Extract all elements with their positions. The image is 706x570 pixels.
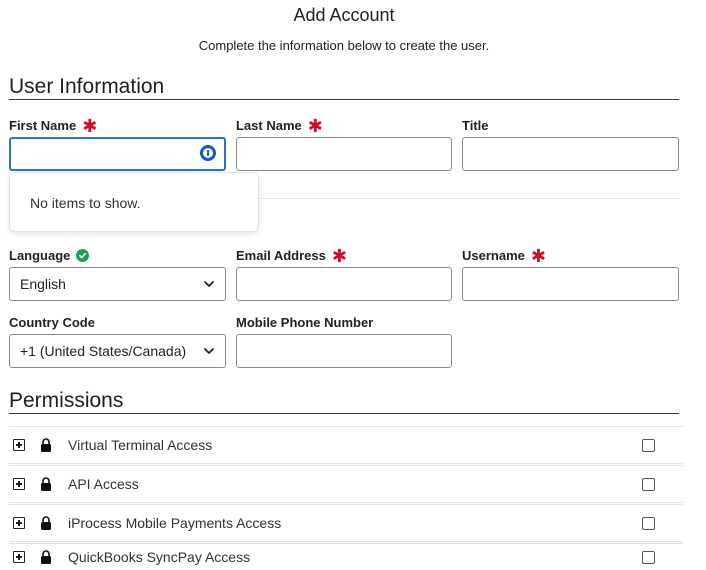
first-name-label-text: First Name xyxy=(9,118,77,133)
required-asterisk-icon: ✱ xyxy=(530,245,546,266)
permission-row: API Access xyxy=(9,465,683,503)
username-input[interactable] xyxy=(462,267,679,301)
dropdown-empty-message: No items to show. xyxy=(30,195,141,211)
email-label-text: Email Address xyxy=(236,248,326,263)
country-code-select[interactable]: +1 (United States/Canada) xyxy=(9,334,226,368)
expand-icon[interactable] xyxy=(13,439,25,451)
section-divider xyxy=(9,99,679,100)
country-code-label-text: Country Code xyxy=(9,315,95,330)
title-label-text: Title xyxy=(462,118,489,133)
required-asterisk-icon: ✱ xyxy=(331,245,347,266)
lock-icon xyxy=(41,438,51,452)
country-code-label: Country Code xyxy=(9,315,95,330)
lock-icon xyxy=(41,477,51,491)
permissions-heading: Permissions xyxy=(9,389,124,412)
first-name-label: First Name ✱ xyxy=(9,115,98,136)
expand-icon[interactable] xyxy=(13,551,25,563)
permission-label: iProcess Mobile Payments Access xyxy=(68,515,282,531)
permission-label: API Access xyxy=(68,476,139,492)
expand-icon[interactable] xyxy=(13,478,25,490)
page-title: Add Account xyxy=(293,5,395,25)
permission-row: iProcess Mobile Payments Access xyxy=(9,504,683,542)
title-label: Title xyxy=(462,118,489,133)
check-circle-icon xyxy=(76,249,90,262)
permission-checkbox[interactable] xyxy=(642,438,655,452)
password-manager-icon[interactable] xyxy=(200,145,216,161)
permission-row: QuickBooks SyncPay Access xyxy=(9,543,683,570)
permission-checkbox[interactable] xyxy=(642,477,655,491)
required-asterisk-icon: ✱ xyxy=(82,115,98,136)
title-input[interactable] xyxy=(462,137,679,171)
mobile-phone-label: Mobile Phone Number xyxy=(236,315,373,330)
chevron-down-icon xyxy=(204,348,214,354)
chevron-down-icon xyxy=(204,281,214,287)
lock-icon xyxy=(41,550,51,564)
autofill-dropdown: No items to show. xyxy=(9,172,259,232)
page-subtitle: Complete the information below to create… xyxy=(198,38,490,53)
last-name-label: Last Name ✱ xyxy=(236,115,323,136)
username-label-text: Username xyxy=(462,248,525,263)
user-information-heading: User Information xyxy=(9,75,165,98)
permission-checkbox[interactable] xyxy=(642,516,655,530)
lock-icon xyxy=(41,516,51,530)
first-name-input[interactable] xyxy=(9,137,226,171)
permission-checkbox[interactable] xyxy=(642,550,655,564)
language-label-text: Language xyxy=(9,248,71,263)
mobile-phone-label-text: Mobile Phone Number xyxy=(236,315,374,330)
country-code-selected-value: +1 (United States/Canada) xyxy=(20,343,187,359)
email-input[interactable] xyxy=(236,267,452,301)
last-name-label-text: Last Name xyxy=(236,118,302,133)
permission-label: Virtual Terminal Access xyxy=(68,437,213,453)
language-selected-value: English xyxy=(20,276,66,292)
mobile-phone-input[interactable] xyxy=(236,334,452,368)
row-divider xyxy=(260,198,679,199)
language-label: Language xyxy=(9,248,90,263)
email-label: Email Address ✱ xyxy=(236,245,347,266)
language-select[interactable]: English xyxy=(9,267,226,301)
section-divider xyxy=(9,413,679,414)
permission-row: Virtual Terminal Access xyxy=(9,426,683,464)
required-asterisk-icon: ✱ xyxy=(307,115,323,136)
expand-icon[interactable] xyxy=(13,517,25,529)
permission-label: QuickBooks SyncPay Access xyxy=(68,549,251,565)
last-name-input[interactable] xyxy=(236,137,452,171)
username-label: Username ✱ xyxy=(462,245,546,266)
